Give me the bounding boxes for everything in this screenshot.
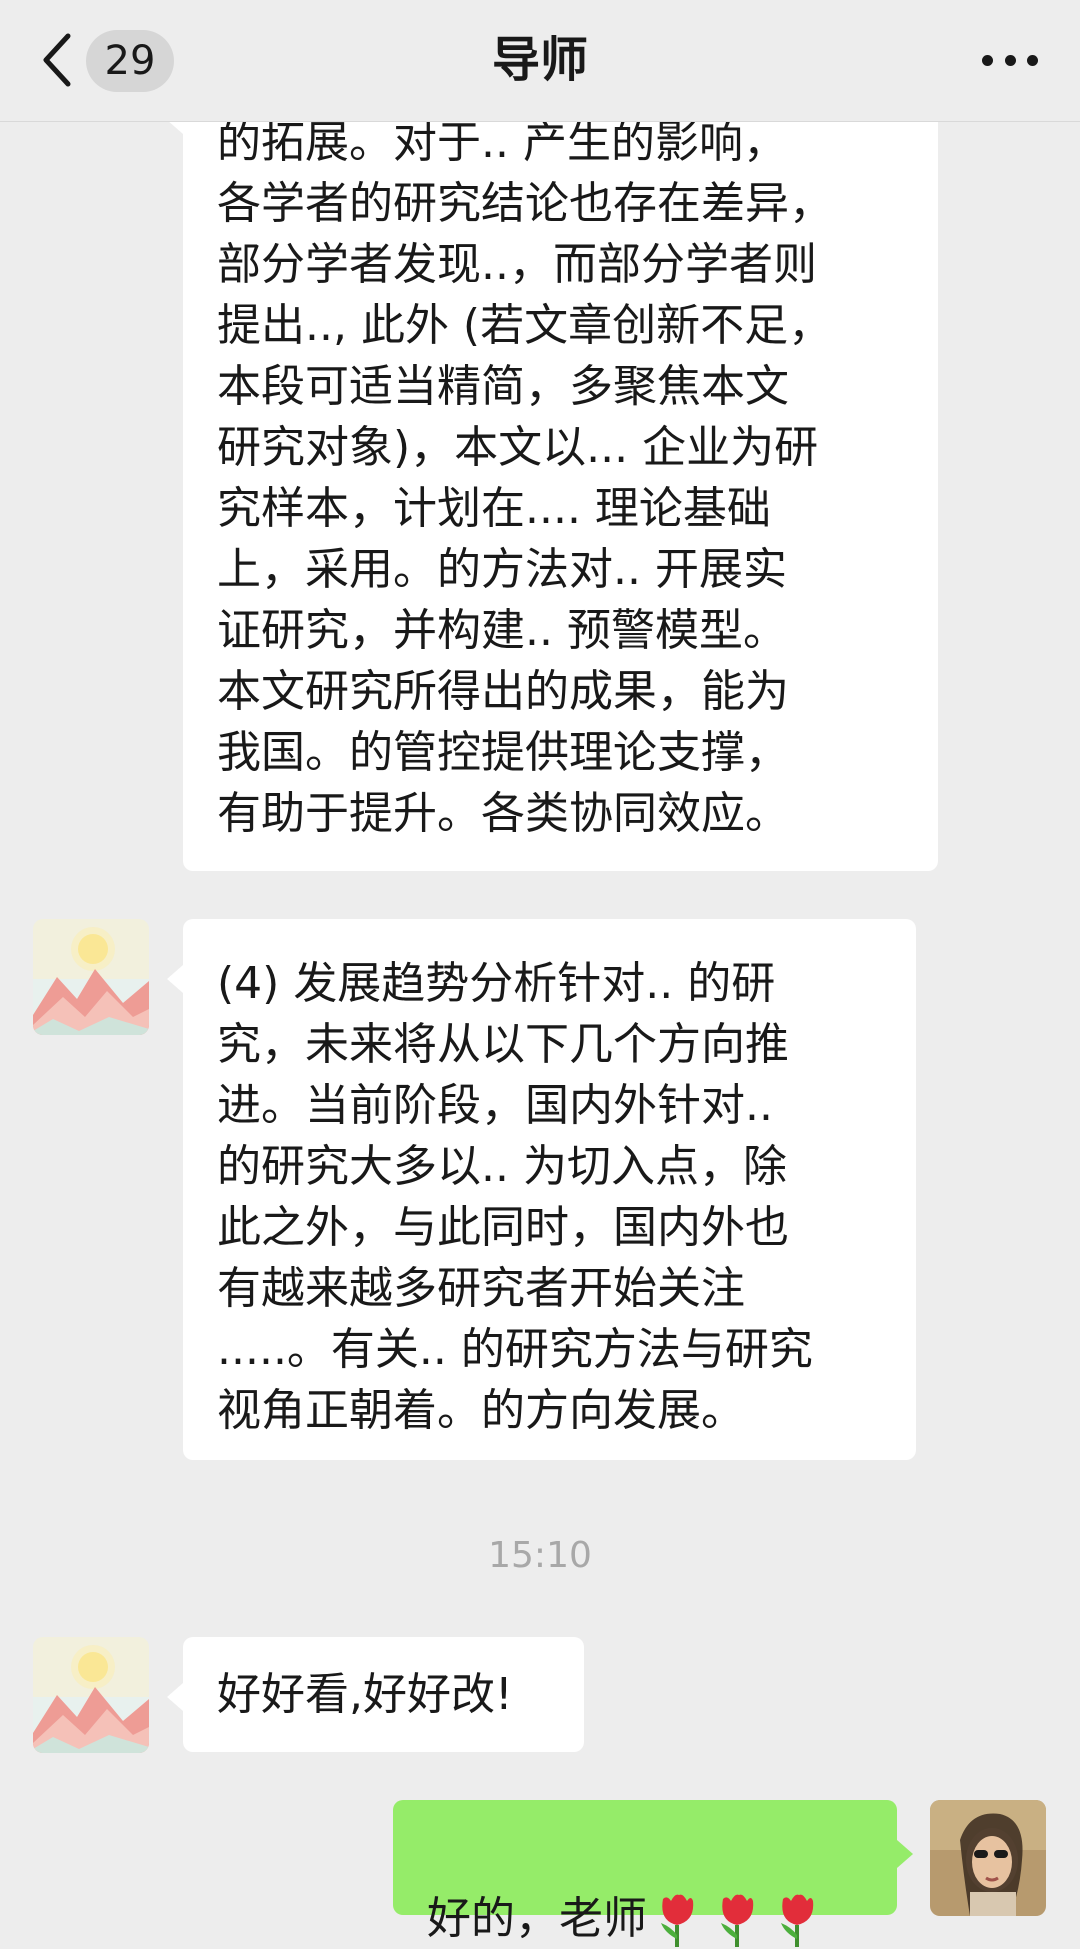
more-dots-icon (1027, 54, 1038, 66)
message-bubble-incoming[interactable]: 好好看,好好改! (167, 1637, 584, 1752)
message-timestamp: 15:10 (488, 1535, 592, 1576)
mountain-sun-avatar-icon (33, 1637, 149, 1753)
message-bubble-incoming[interactable]: 的拓展。对于.. 产生的影响， 各学者的研究结论也存在差异， 部分学者发现..，… (167, 60, 938, 871)
more-options-button[interactable] (982, 48, 1038, 72)
chat-header: 29 导师 (0, 0, 1080, 122)
sender-avatar[interactable] (33, 1637, 149, 1753)
message-text: 好的，老师 (427, 1893, 647, 1944)
mountain-sun-avatar-icon (33, 919, 149, 1035)
sender-avatar[interactable] (33, 919, 149, 1035)
user-photo-avatar-icon (930, 1800, 1046, 1916)
tulip-icon (781, 1894, 814, 1947)
my-avatar[interactable] (930, 1800, 1046, 1916)
tulip-icon (721, 1894, 754, 1947)
message-bubble-incoming[interactable]: (4) 发展趋势分析针对.. 的研 究，未来将从以下几个方向推 进。当前阶段，国… (167, 919, 916, 1460)
tulip-icon (661, 1894, 694, 1947)
message-bubble-outgoing[interactable]: 好的，老师 (393, 1800, 913, 1947)
more-dots-icon (982, 54, 993, 66)
more-dots-icon (1004, 54, 1016, 66)
chat-title: 导师 (491, 32, 588, 88)
